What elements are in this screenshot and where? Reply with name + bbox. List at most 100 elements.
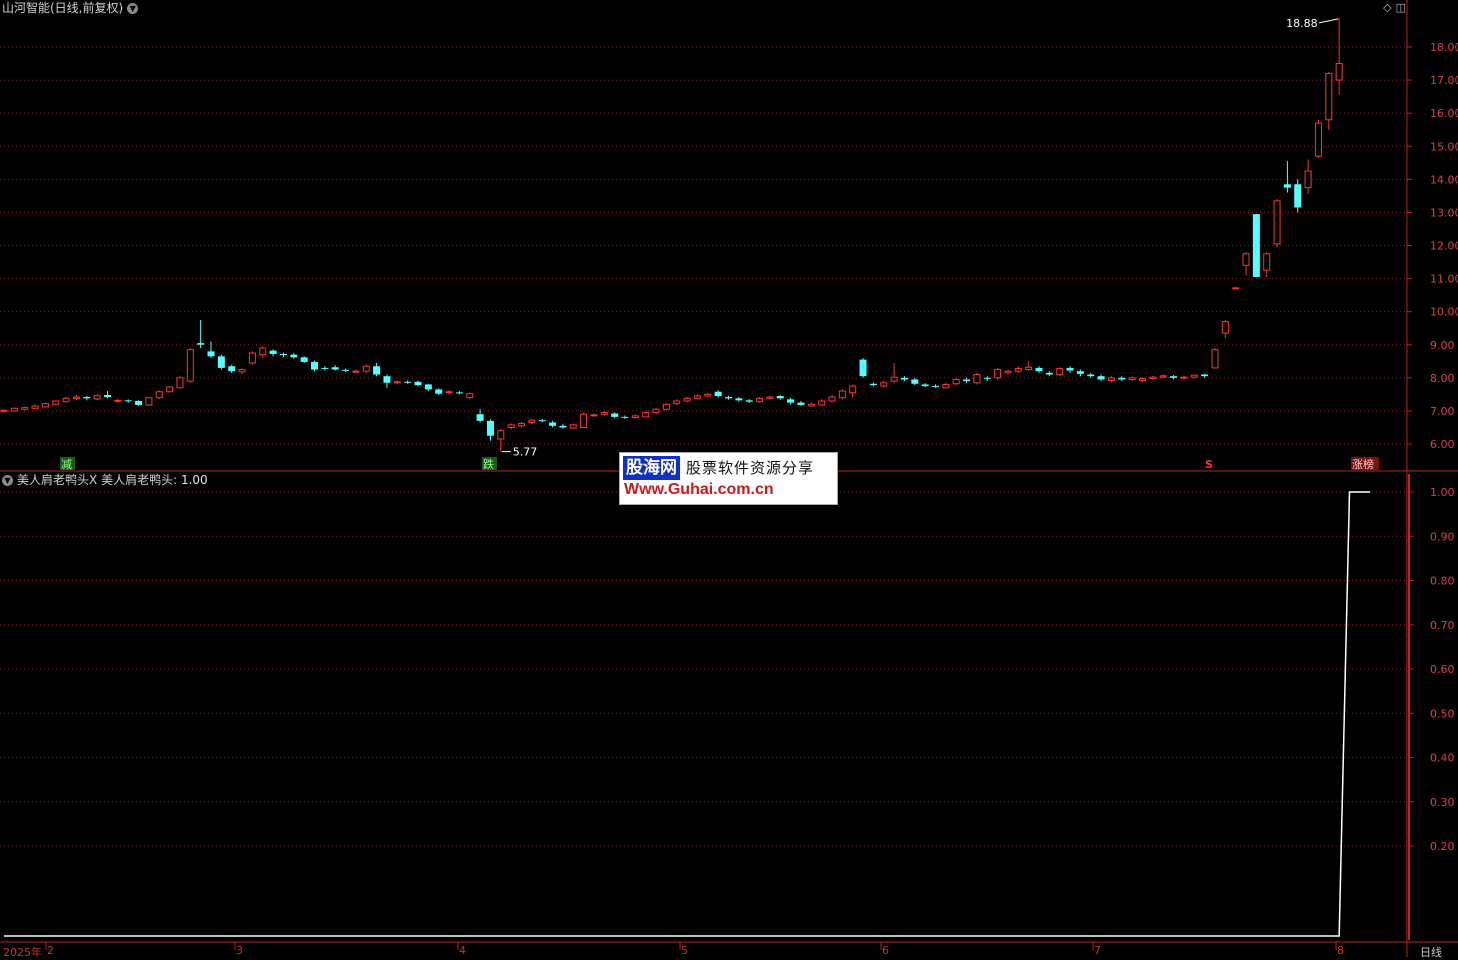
candle-body [290, 354, 298, 358]
candle-down [963, 377, 971, 383]
candle-up [880, 381, 888, 388]
candle-body [1045, 372, 1053, 375]
candle-body [176, 377, 184, 389]
candle-body [611, 413, 619, 417]
candle-body [1076, 371, 1084, 374]
candle-down [1087, 372, 1095, 378]
indicator-dropdown-icon[interactable]: ▼ [2, 475, 13, 486]
candle-up [693, 394, 701, 400]
candle-body [114, 399, 122, 402]
candle-down [124, 399, 132, 403]
candle-up [849, 384, 857, 398]
candle-body [1190, 374, 1198, 378]
candle-down [983, 376, 991, 382]
candle-body [352, 370, 360, 373]
candle-up [528, 419, 536, 425]
candle-up [631, 414, 639, 419]
indicator-tick-label: 0.50 [1430, 707, 1455, 720]
candle-up [807, 402, 815, 407]
candle-down [217, 354, 225, 370]
candle-body [72, 396, 80, 399]
peak-label: 18.88 [1286, 17, 1318, 30]
candle-body [124, 400, 132, 402]
indicator-series-label: 美人肩老鸭头: [101, 473, 178, 487]
candle-down [104, 391, 111, 399]
candle-body [807, 403, 815, 407]
candle-body [818, 400, 826, 406]
candle-down [725, 395, 732, 400]
candle-down [331, 365, 339, 371]
candle-body [590, 414, 598, 417]
candle-up [1159, 374, 1167, 379]
candle-body [549, 422, 557, 426]
date-label-mar: 3 [236, 944, 243, 957]
indicator-value: 1.00 [180, 473, 208, 487]
price-tick-label: 12.00 [1430, 240, 1458, 253]
candle-up [166, 386, 174, 393]
candle-up [818, 399, 826, 406]
candle-down [311, 360, 318, 372]
candle-body [787, 399, 795, 403]
period-label[interactable]: 日线 [1420, 944, 1442, 960]
candle-body [983, 377, 991, 379]
price-tick-label: 18.00 [1430, 41, 1458, 54]
candle-body [466, 393, 474, 399]
candle-up [1211, 348, 1219, 369]
candle-down [290, 353, 298, 359]
candle-up [1273, 199, 1281, 248]
candle-body [455, 392, 463, 394]
candle-body [693, 395, 701, 399]
chevron-down-icon[interactable]: ▼ [127, 3, 139, 14]
candle-body [745, 400, 753, 402]
candle-body [1232, 287, 1240, 290]
candle-body [269, 350, 277, 355]
candle-body [1128, 377, 1136, 380]
signal-die: 跌 [483, 457, 494, 471]
candle-down [269, 349, 277, 357]
candle-body [621, 416, 629, 418]
candle-down [611, 412, 619, 419]
candle-up [145, 397, 153, 406]
candle-up [352, 369, 360, 373]
watermark-banner[interactable]: 股海网 股票软件资源分享 Www.Guhai.com.cn [619, 452, 838, 505]
candle-body [362, 365, 370, 372]
date-label-may: 5 [681, 944, 688, 957]
candle-body [559, 425, 567, 428]
candle-down [1283, 161, 1291, 193]
candle-body [197, 343, 205, 345]
window-toggle-icon[interactable]: ◫ [1396, 1, 1406, 14]
candle-body [921, 384, 929, 387]
candle-body [311, 361, 318, 370]
low-label: 5.77 [513, 446, 538, 459]
candle-down [1170, 375, 1178, 380]
candle-up [1232, 286, 1240, 290]
candle-body [383, 376, 391, 383]
candle-body [683, 397, 691, 402]
candle-up [41, 402, 49, 408]
candle-body [331, 367, 339, 370]
candle-body [342, 369, 350, 371]
candle-up [466, 392, 474, 400]
candle-body [942, 383, 950, 389]
candle-down [549, 420, 557, 428]
candle-body [31, 405, 39, 409]
candle-body [652, 408, 660, 414]
candle-body [776, 396, 784, 399]
candle-body [300, 357, 308, 362]
candle-body [248, 352, 256, 364]
diamond-icon[interactable]: ◇ [1383, 1, 1391, 14]
candle-body [41, 403, 49, 408]
candle-body [528, 419, 536, 423]
candle-body [0, 409, 8, 412]
date-label-aug: 8 [1337, 944, 1344, 957]
candle-body [1087, 374, 1095, 377]
candle-body [890, 376, 898, 382]
candle-down [797, 400, 805, 406]
candle-body [83, 397, 91, 399]
candle-body [704, 393, 712, 397]
candle-down [911, 377, 919, 386]
candle-up [1149, 375, 1157, 380]
indicator-tick-label: 0.20 [1430, 840, 1455, 853]
candle-up [662, 402, 670, 411]
indicator-name[interactable]: 美人肩老鸭头X [17, 473, 97, 487]
